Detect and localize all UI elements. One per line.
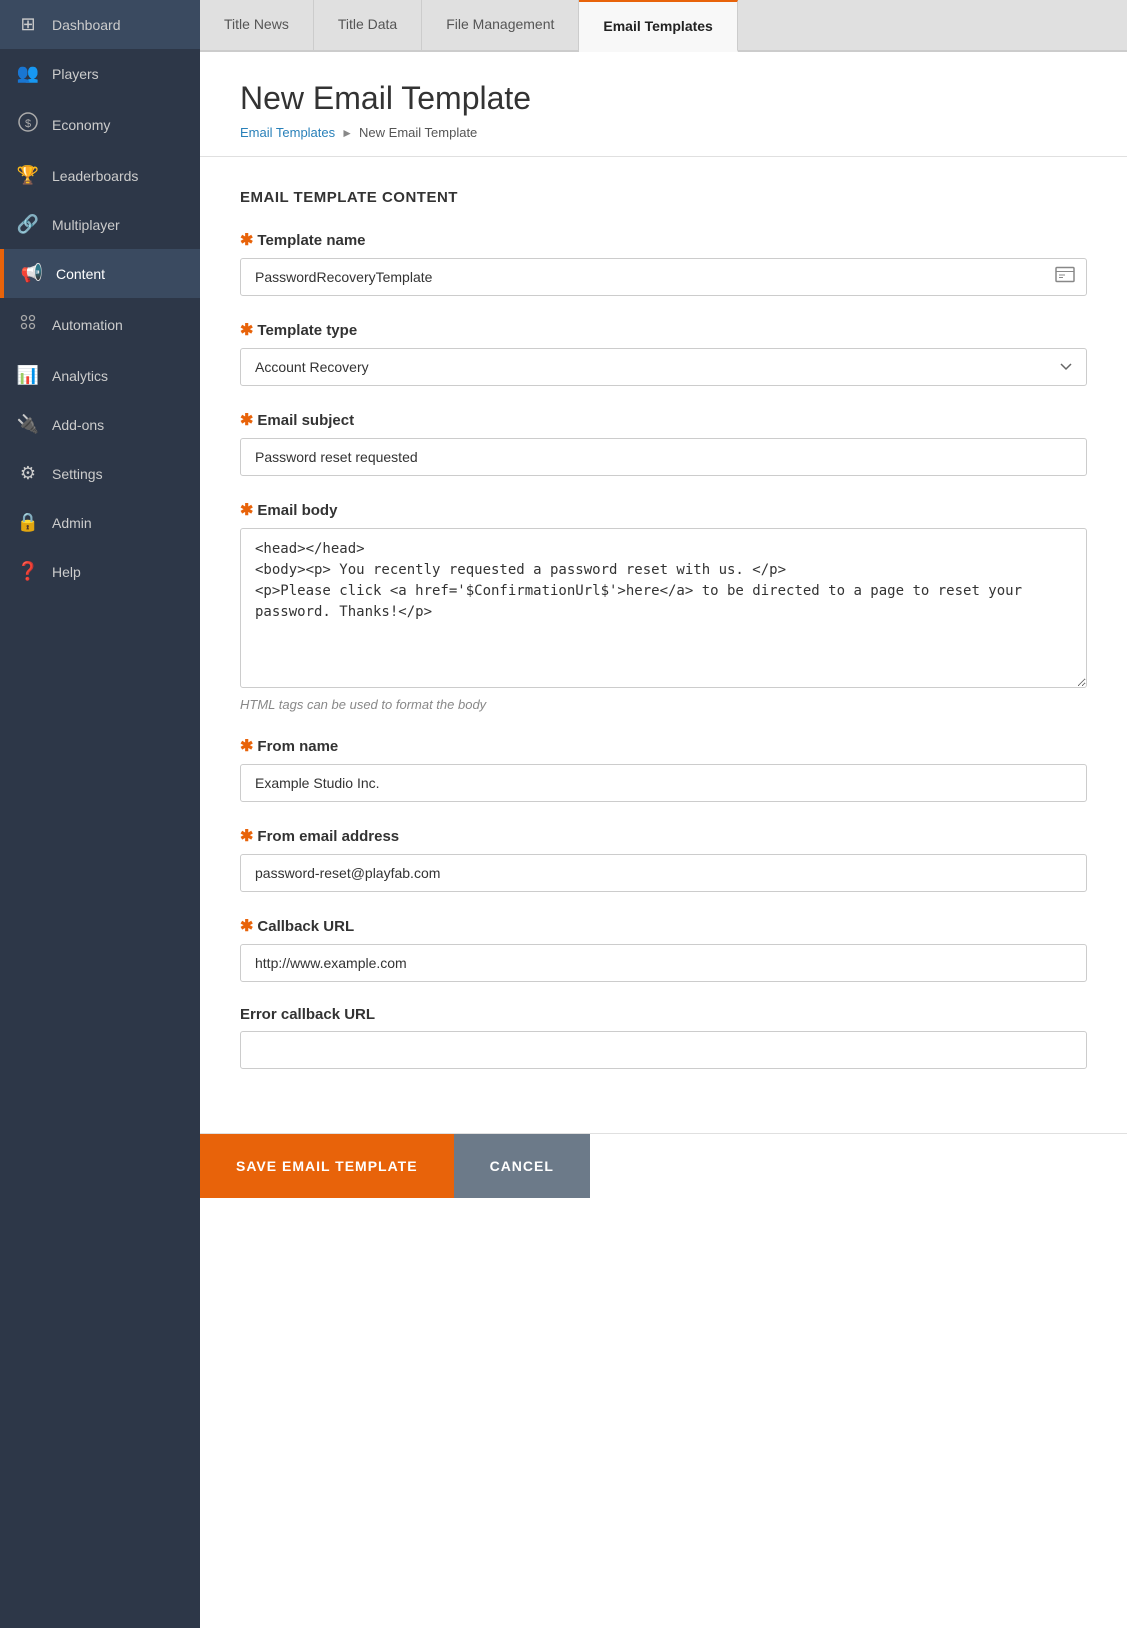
- main-area: Title News Title Data File Management Em…: [200, 0, 1127, 1628]
- sidebar-item-label: Admin: [52, 515, 92, 531]
- error-callback-url-input[interactable]: [240, 1031, 1087, 1069]
- sidebar-item-analytics[interactable]: 📊 Analytics: [0, 351, 200, 400]
- sidebar-item-label: Players: [52, 66, 99, 82]
- sidebar-item-multiplayer[interactable]: 🔗 Multiplayer: [0, 200, 200, 249]
- from-name-input[interactable]: [240, 764, 1087, 802]
- svg-text:$: $: [25, 118, 31, 130]
- from-name-group: ✱ From name: [240, 736, 1087, 802]
- form-area: EMAIL TEMPLATE CONTENT ✱ Template name: [200, 157, 1127, 1133]
- page-header: New Email Template Email Templates ► New…: [200, 52, 1127, 157]
- callback-url-label: ✱ Callback URL: [240, 916, 1087, 936]
- template-type-label: ✱ Template type: [240, 320, 1087, 340]
- template-name-group: ✱ Template name: [240, 230, 1087, 296]
- tab-email-templates[interactable]: Email Templates: [579, 0, 737, 52]
- template-type-group: ✱ Template type Account Recovery Email V…: [240, 320, 1087, 386]
- admin-icon: 🔒: [16, 512, 40, 533]
- tab-file-management[interactable]: File Management: [422, 0, 579, 50]
- tab-bar: Title News Title Data File Management Em…: [200, 0, 1127, 52]
- email-subject-input[interactable]: [240, 438, 1087, 476]
- required-star: ✱: [240, 826, 253, 846]
- dashboard-icon: ⊞: [16, 14, 40, 35]
- sidebar-item-label: Economy: [52, 117, 110, 133]
- required-star: ✱: [240, 320, 253, 340]
- callback-url-group: ✱ Callback URL: [240, 916, 1087, 982]
- sidebar-item-leaderboards[interactable]: 🏆 Leaderboards: [0, 151, 200, 200]
- email-body-group: ✱ Email body HTML tags can be used to fo…: [240, 500, 1087, 712]
- error-callback-url-label: Error callback URL: [240, 1006, 1087, 1023]
- template-name-label: ✱ Template name: [240, 230, 1087, 250]
- required-star: ✱: [240, 230, 253, 250]
- required-star: ✱: [240, 916, 253, 936]
- sidebar-item-addons[interactable]: 🔌 Add-ons: [0, 400, 200, 449]
- email-body-hint: HTML tags can be used to format the body: [240, 697, 1087, 712]
- template-name-input[interactable]: [240, 258, 1087, 296]
- required-star: ✱: [240, 410, 253, 430]
- help-icon: ❓: [16, 561, 40, 582]
- template-type-select[interactable]: Account Recovery Email Verification Cust…: [240, 348, 1087, 386]
- from-email-label: ✱ From email address: [240, 826, 1087, 846]
- tab-title-data[interactable]: Title Data: [314, 0, 422, 50]
- breadcrumb-current: New Email Template: [359, 125, 477, 140]
- email-body-label: ✱ Email body: [240, 500, 1087, 520]
- error-callback-url-group: Error callback URL: [240, 1006, 1087, 1069]
- required-star: ✱: [240, 500, 253, 520]
- sidebar-item-label: Content: [56, 266, 105, 282]
- sidebar-item-players[interactable]: 👥 Players: [0, 49, 200, 98]
- email-body-textarea[interactable]: [240, 528, 1087, 688]
- addons-icon: 🔌: [16, 414, 40, 435]
- players-icon: 👥: [16, 63, 40, 84]
- email-subject-group: ✱ Email subject: [240, 410, 1087, 476]
- sidebar-item-dashboard[interactable]: ⊞ Dashboard: [0, 0, 200, 49]
- sidebar-item-label: Dashboard: [52, 17, 121, 33]
- section-title: EMAIL TEMPLATE CONTENT: [240, 189, 1087, 206]
- template-name-input-wrapper: [240, 258, 1087, 296]
- callback-url-input[interactable]: [240, 944, 1087, 982]
- breadcrumb: Email Templates ► New Email Template: [240, 125, 1087, 140]
- sidebar-item-settings[interactable]: ⚙ Settings: [0, 449, 200, 498]
- sidebar-item-content[interactable]: 📢 Content: [0, 249, 200, 298]
- breadcrumb-separator: ►: [341, 126, 353, 140]
- settings-icon: ⚙: [16, 463, 40, 484]
- footer-bar: SAVE EMAIL TEMPLATE CANCEL: [200, 1133, 1127, 1197]
- sidebar-item-label: Leaderboards: [52, 168, 138, 184]
- from-email-input[interactable]: [240, 854, 1087, 892]
- sidebar-item-label: Multiplayer: [52, 217, 120, 233]
- email-subject-label: ✱ Email subject: [240, 410, 1087, 430]
- sidebar-item-label: Automation: [52, 317, 123, 333]
- sidebar: ⊞ Dashboard 👥 Players $ Economy 🏆 Leader…: [0, 0, 200, 1628]
- from-name-label: ✱ From name: [240, 736, 1087, 756]
- breadcrumb-parent-link[interactable]: Email Templates: [240, 125, 335, 140]
- sidebar-item-label: Analytics: [52, 368, 108, 384]
- analytics-icon: 📊: [16, 365, 40, 386]
- sidebar-item-admin[interactable]: 🔒 Admin: [0, 498, 200, 547]
- page-title: New Email Template: [240, 80, 1087, 117]
- cancel-button[interactable]: CANCEL: [454, 1134, 590, 1198]
- sidebar-item-help[interactable]: ❓ Help: [0, 547, 200, 596]
- tab-title-news[interactable]: Title News: [200, 0, 314, 50]
- economy-icon: $: [16, 112, 40, 137]
- content-icon: 📢: [20, 263, 44, 284]
- content-area: New Email Template Email Templates ► New…: [200, 52, 1127, 1628]
- multiplayer-icon: 🔗: [16, 214, 40, 235]
- leaderboards-icon: 🏆: [16, 165, 40, 186]
- sidebar-item-label: Settings: [52, 466, 103, 482]
- sidebar-item-economy[interactable]: $ Economy: [0, 98, 200, 151]
- sidebar-item-label: Add-ons: [52, 417, 104, 433]
- automation-icon: [16, 312, 40, 337]
- required-star: ✱: [240, 736, 253, 756]
- from-email-group: ✱ From email address: [240, 826, 1087, 892]
- save-email-template-button[interactable]: SAVE EMAIL TEMPLATE: [200, 1134, 454, 1198]
- sidebar-item-label: Help: [52, 564, 81, 580]
- sidebar-item-automation[interactable]: Automation: [0, 298, 200, 351]
